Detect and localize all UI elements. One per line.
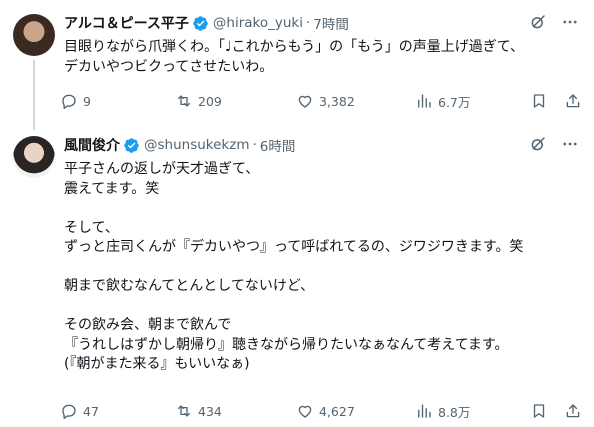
more-icon[interactable] [560,134,580,154]
grok-icon[interactable] [528,12,548,32]
like-button[interactable]: 3,382 [296,92,355,110]
reply-icon [62,94,76,109]
share-icon [566,404,580,418]
tweet-text-line: 平子さんの返しが天才過ぎて、 [64,161,260,177]
tweet-text-line: そして、 [64,219,119,236]
timestamp[interactable]: 6時間 [260,135,296,155]
views-icon [418,404,431,418]
tweet-text-line: 朝まで飲むなんてとんとしてないけど、 [64,278,315,294]
reply-icon [62,404,76,419]
tweet-header: 風間俊介 @shunsukekzm · 6時間 [64,134,295,156]
tweet-text-line: その飲み会、朝まで飲んで [64,317,232,333]
retweet-button[interactable]: 209 [175,92,222,110]
reply-button[interactable]: 9 [60,92,91,110]
tweet-1[interactable]: アルコ＆ピース平子 @hirako_yuki · 7時間 目眼りながら爪弾くわ。… [0,0,594,130]
display-name[interactable]: アルコ＆ピース平子 [64,13,189,33]
tweet-text-line [64,199,580,219]
reply-count: 9 [83,93,91,109]
share-button[interactable] [564,92,582,110]
like-count: 4,627 [319,403,355,419]
like-icon [298,95,312,108]
tweet-text-line: 目眼りながら爪弾くわ。「♩これからもう」の「もう」の声量上げ過ぎて、 [64,39,525,55]
tweet-text-line [64,297,580,317]
tweet-actions: 47 434 4,627 8.8万 [60,400,580,422]
tweet-2[interactable]: 風間俊介 @shunsukekzm · 6時間 平子さんの返しが天才過ぎて、 震… [0,122,594,427]
tweet-actions: 9 209 3,382 6.7万 [60,90,580,112]
more-icon[interactable] [560,12,580,32]
tweet-text-line: ずっと庄司くんが『デカいやつ』って呼ばれてるの、ジワジワきます。笑 [64,239,524,255]
retweet-count: 434 [198,403,222,419]
avatar[interactable] [13,14,55,56]
separator-dot: · [252,137,257,153]
tweet-text-line: デカいやつビクってさせたいわ。 [64,58,274,75]
avatar[interactable] [13,136,55,178]
tweet-text-line: 『うれしはずかし朝帰り』聴きながら帰りたいなぁなんて考えてます。 [64,336,509,353]
tweet-text-line: (『朝がまた来る』もいいなぁ) [64,356,250,372]
retweet-button[interactable]: 434 [175,402,222,420]
views-icon [418,94,431,108]
thread-line [33,60,35,130]
tweet-text-line [64,258,580,278]
tweet-text: 平子さんの返しが天才過ぎて、 震えてます。笑 そして、 ずっと庄司くんが『デカい… [64,160,580,375]
views-button[interactable]: 6.7万 [415,92,470,111]
verified-badge-icon [124,137,139,153]
handle[interactable]: @hirako_yuki [213,15,303,31]
separator-dot: · [305,15,311,31]
tweet-text: 目眼りながら爪弾くわ。「♩これからもう」の「もう」の声量上げ過ぎて、 デカいやつ… [64,38,580,77]
bookmark-icon [533,94,545,108]
like-icon [298,405,312,418]
bookmark-icon [533,404,545,418]
handle[interactable]: @shunsukekzm [144,137,250,153]
tweet-top-actions [528,12,580,32]
retweet-count: 209 [198,93,222,109]
display-name[interactable]: 風間俊介 [64,135,120,155]
retweet-icon [178,95,190,107]
timestamp[interactable]: 7時間 [313,13,349,33]
share-button[interactable] [564,402,582,420]
views-count: 6.7万 [438,94,471,110]
tweet-top-actions [528,134,580,154]
reply-count: 47 [83,403,99,419]
grok-icon[interactable] [528,134,548,154]
views-count: 8.8万 [438,404,471,420]
like-button[interactable]: 4,627 [296,402,355,420]
reply-button[interactable]: 47 [60,402,99,420]
tweet-header: アルコ＆ピース平子 @hirako_yuki · 7時間 [64,12,349,34]
bookmark-button[interactable] [530,92,548,110]
like-count: 3,382 [319,93,355,109]
share-icon [566,94,580,108]
bookmark-button[interactable] [530,402,548,420]
verified-badge-icon [193,15,208,31]
views-button[interactable]: 8.8万 [415,402,470,421]
tweet-text-line: 震えてます。笑 [64,180,160,197]
retweet-icon [178,405,190,417]
